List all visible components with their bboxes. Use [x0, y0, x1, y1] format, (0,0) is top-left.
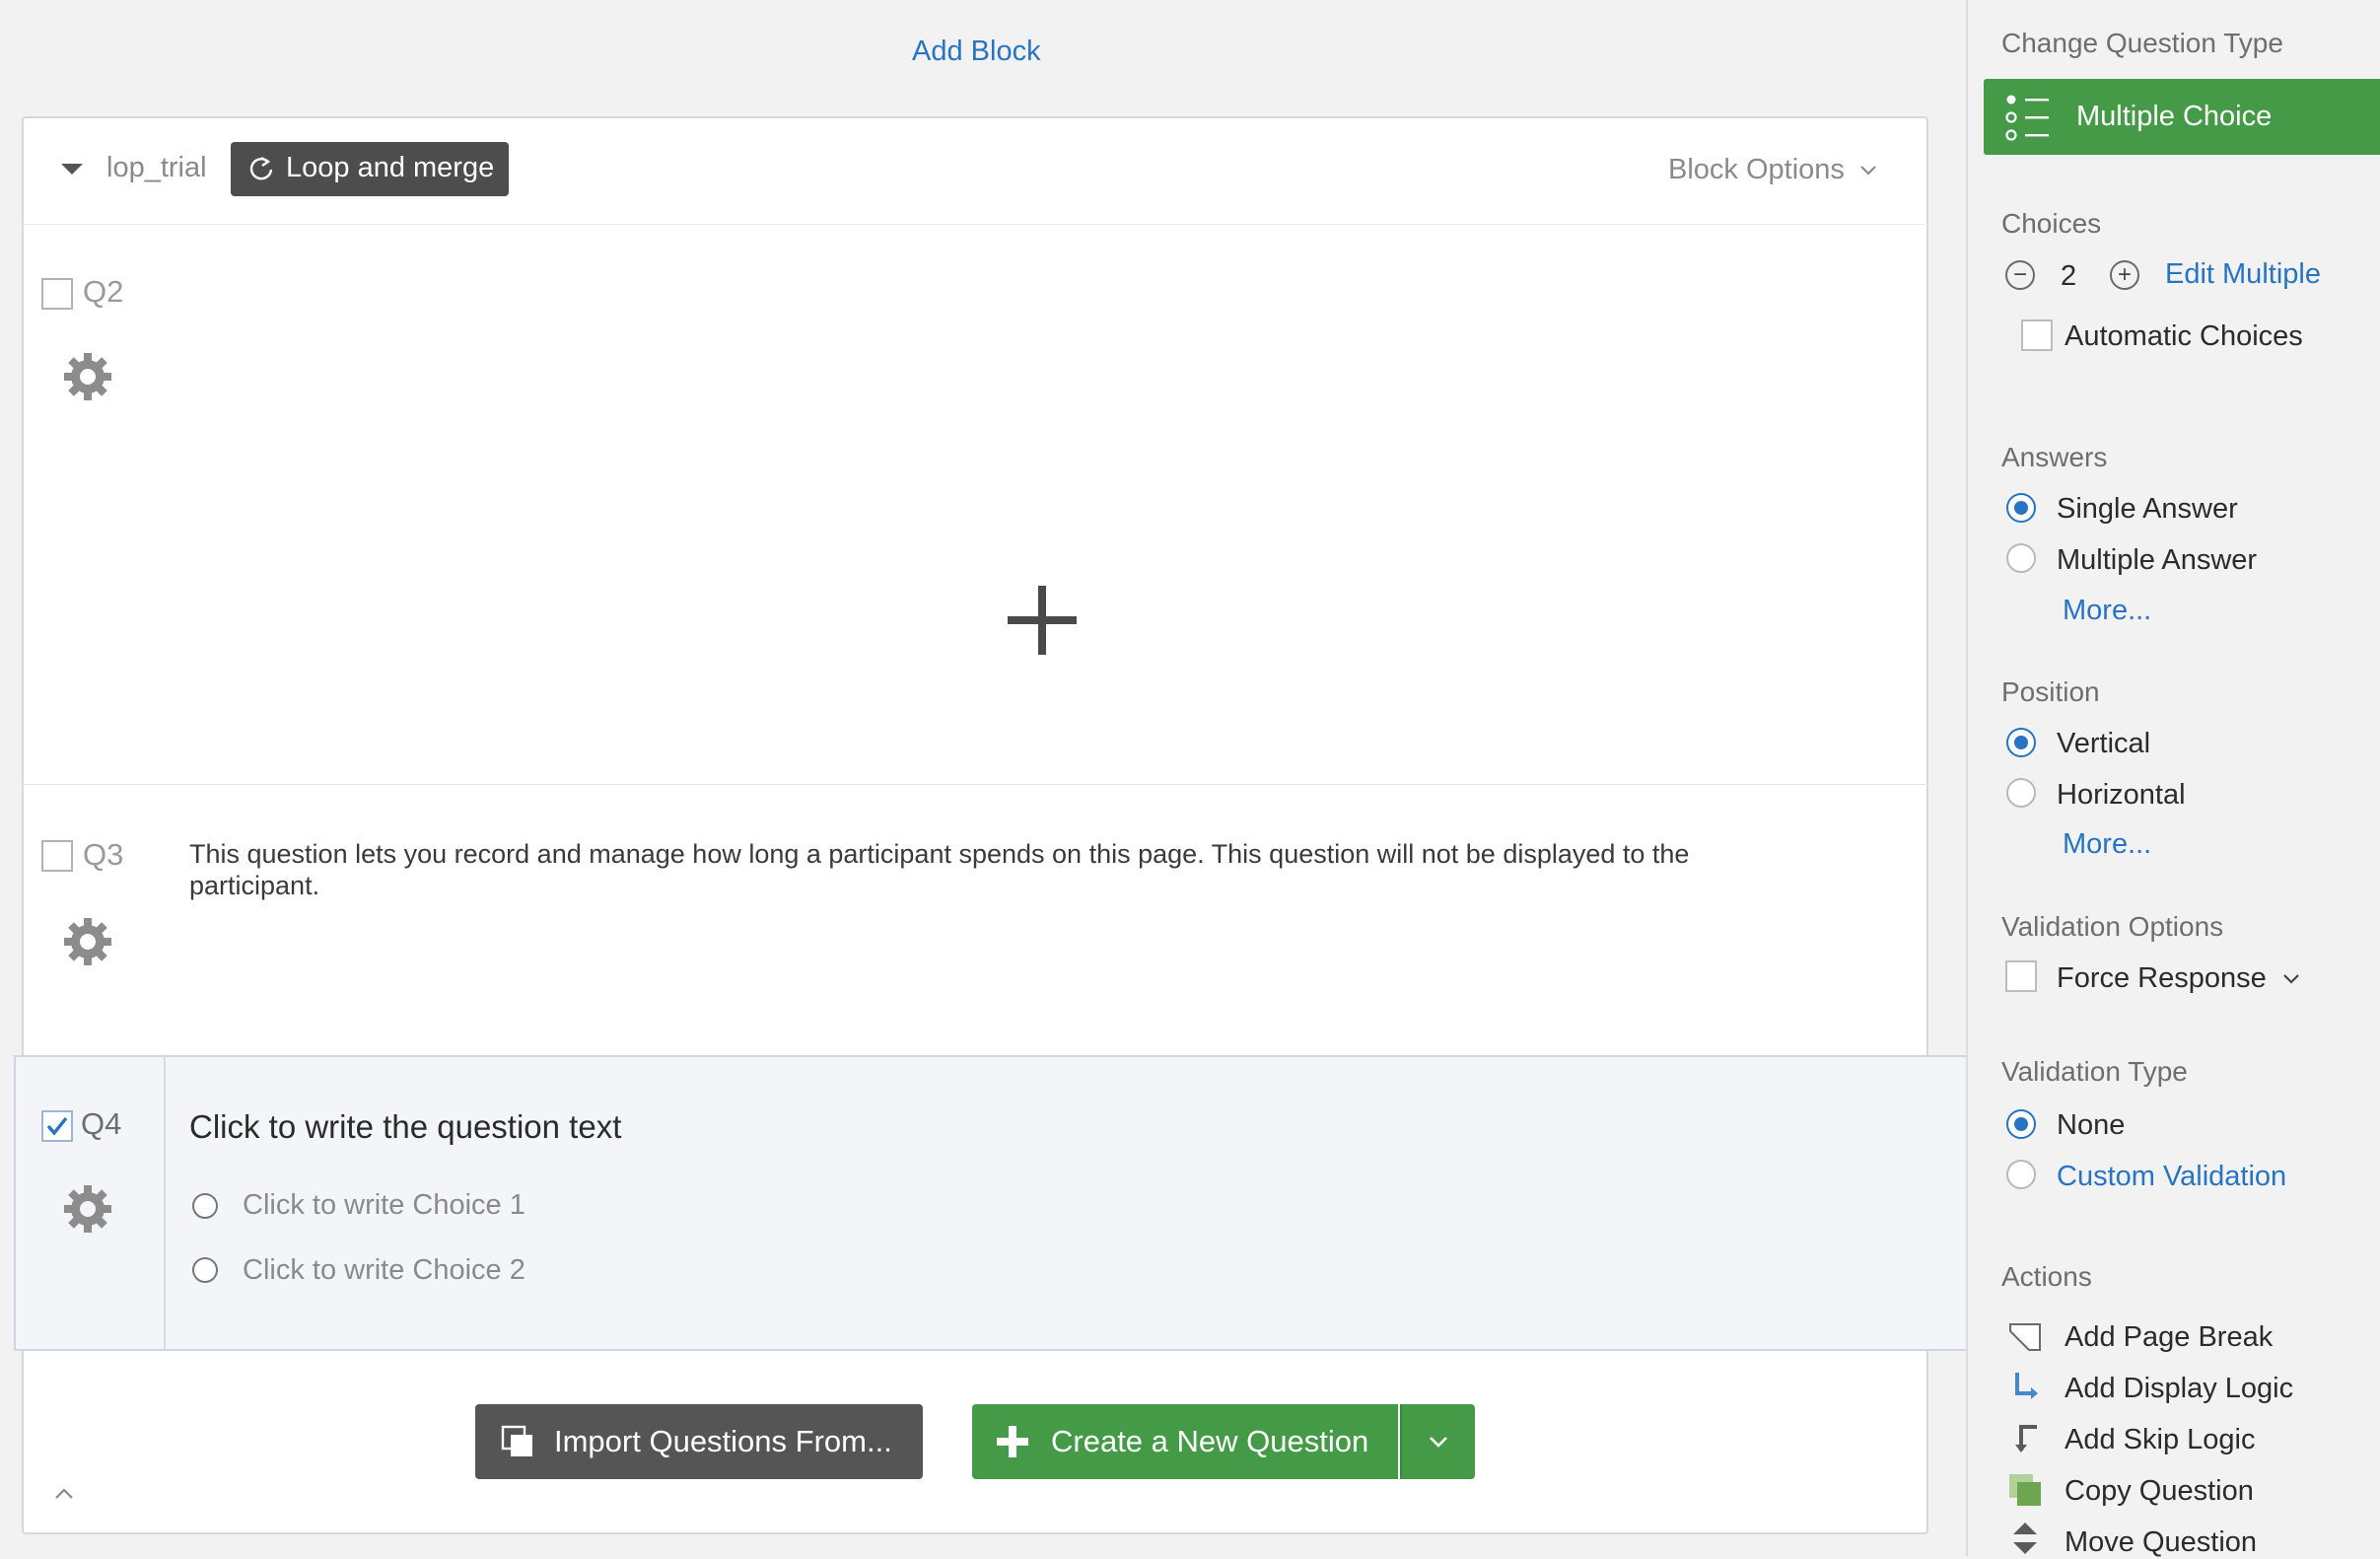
q3-gear-icon[interactable]: [61, 915, 114, 968]
question-type-label: Multiple Choice: [2076, 101, 2273, 132]
block-options-label: Block Options: [1668, 154, 1845, 185]
validation-none-label: None: [2057, 1109, 2126, 1141]
q4-choice-1-text[interactable]: Click to write Choice 1: [243, 1189, 525, 1222]
q4-number: Q4: [81, 1106, 122, 1141]
loop-and-merge-badge[interactable]: Loop and merge: [231, 142, 509, 196]
q4-question-text[interactable]: Click to write the question text: [189, 1108, 621, 1146]
display-logic-icon: [2015, 1373, 2038, 1399]
question-type-button[interactable]: Multiple Choice: [1984, 79, 2380, 155]
validation-type-heading: Validation Type: [2001, 1056, 2188, 1087]
checkmark-icon: [46, 1116, 68, 1136]
answers-heading: Answers: [2001, 442, 2108, 472]
add-block-link[interactable]: Add Block: [912, 35, 1041, 68]
q4-choice-2-radio[interactable]: [192, 1257, 218, 1283]
force-response-checkbox[interactable]: [2005, 960, 2037, 992]
skip-logic-icon: [2015, 1425, 2037, 1453]
q2-select-checkbox[interactable]: [41, 278, 73, 310]
automatic-choices-label: Automatic Choices: [2065, 320, 2303, 352]
create-new-question-label: Create a New Question: [1051, 1424, 1369, 1458]
single-answer-label: Single Answer: [2057, 493, 2238, 525]
q4-choice-1-radio[interactable]: [192, 1193, 218, 1219]
horizontal-radio[interactable]: [2006, 778, 2036, 808]
import-questions-label: Import Questions From...: [554, 1424, 892, 1458]
q4-select-checkbox[interactable]: [41, 1110, 73, 1142]
decrease-choices-button[interactable]: −: [2005, 260, 2035, 290]
force-response-dropdown[interactable]: Force Response: [2057, 962, 2300, 995]
custom-validation-radio[interactable]: [2006, 1160, 2036, 1189]
vertical-radio[interactable]: [2006, 728, 2036, 757]
actions-heading: Actions: [2001, 1261, 2092, 1292]
loop-icon: [249, 156, 273, 180]
move-question-action[interactable]: Move Question: [2065, 1526, 2257, 1559]
q2-gear-icon[interactable]: [61, 350, 114, 403]
chevron-up-icon[interactable]: [53, 1487, 75, 1501]
position-more-link[interactable]: More...: [2063, 828, 2151, 861]
add-display-logic-action[interactable]: Add Display Logic: [2065, 1373, 2293, 1405]
chevron-down-icon: [1430, 1437, 1447, 1448]
validation-options-heading: Validation Options: [2001, 911, 2224, 942]
question-q2: [22, 225, 1928, 785]
choices-count[interactable]: 2: [2061, 260, 2076, 293]
increase-choices-button[interactable]: +: [2110, 260, 2139, 290]
q3-number: Q3: [83, 837, 124, 872]
copy-question-action[interactable]: Copy Question: [2065, 1475, 2254, 1508]
edit-multiple-link[interactable]: Edit Multiple: [2165, 258, 2321, 291]
change-question-type-heading: Change Question Type: [2001, 28, 2283, 58]
block-options-menu[interactable]: Block Options: [1668, 154, 1878, 186]
single-answer-radio[interactable]: [2006, 493, 2036, 523]
chevron-down-icon: [1860, 165, 1876, 176]
create-question-dropdown-button[interactable]: [1400, 1404, 1475, 1479]
q3-text[interactable]: This question lets you record and manage…: [189, 838, 1806, 901]
multiple-answer-label: Multiple Answer: [2057, 544, 2258, 576]
plus-icon: +: [2117, 261, 2132, 288]
q4-gear-icon[interactable]: [61, 1182, 114, 1236]
add-skip-logic-action[interactable]: Add Skip Logic: [2065, 1424, 2255, 1456]
q2-number: Q2: [83, 274, 124, 309]
multiple-choice-icon: [2005, 95, 2049, 141]
collapse-block-caret-icon[interactable]: [61, 164, 83, 175]
plus-icon: [997, 1426, 1028, 1457]
minus-icon: −: [2012, 261, 2027, 288]
block-name[interactable]: lop_trial: [106, 152, 207, 184]
chevron-down-icon: [2283, 973, 2299, 984]
import-questions-button[interactable]: Import Questions From...: [475, 1404, 923, 1479]
position-heading: Position: [2001, 676, 2100, 707]
add-page-break-action[interactable]: Add Page Break: [2065, 1321, 2273, 1354]
validation-none-radio[interactable]: [2006, 1109, 2036, 1139]
loop-and-merge-label: Loop and merge: [286, 152, 495, 183]
choices-heading: Choices: [2001, 208, 2102, 239]
q4-divider: [164, 1055, 166, 1351]
force-response-label: Force Response: [2057, 962, 2267, 994]
q3-select-checkbox[interactable]: [41, 840, 73, 872]
custom-validation-link[interactable]: Custom Validation: [2057, 1161, 2286, 1193]
horizontal-label: Horizontal: [2057, 779, 2186, 811]
answers-more-link[interactable]: More...: [2063, 595, 2151, 627]
copy-pages-icon: [501, 1425, 532, 1456]
page-break-icon: [2009, 1323, 2041, 1351]
q4-choice-2-text[interactable]: Click to write Choice 2: [243, 1254, 525, 1287]
vertical-label: Vertical: [2057, 728, 2151, 759]
copy-question-icon: [2009, 1474, 2041, 1506]
create-new-question-button[interactable]: Create a New Question: [972, 1404, 1398, 1479]
automatic-choices-checkbox[interactable]: [2021, 319, 2053, 351]
add-content-plus-icon[interactable]: [1006, 584, 1079, 657]
move-question-icon: [2013, 1523, 2037, 1554]
multiple-answer-radio[interactable]: [2006, 543, 2036, 573]
